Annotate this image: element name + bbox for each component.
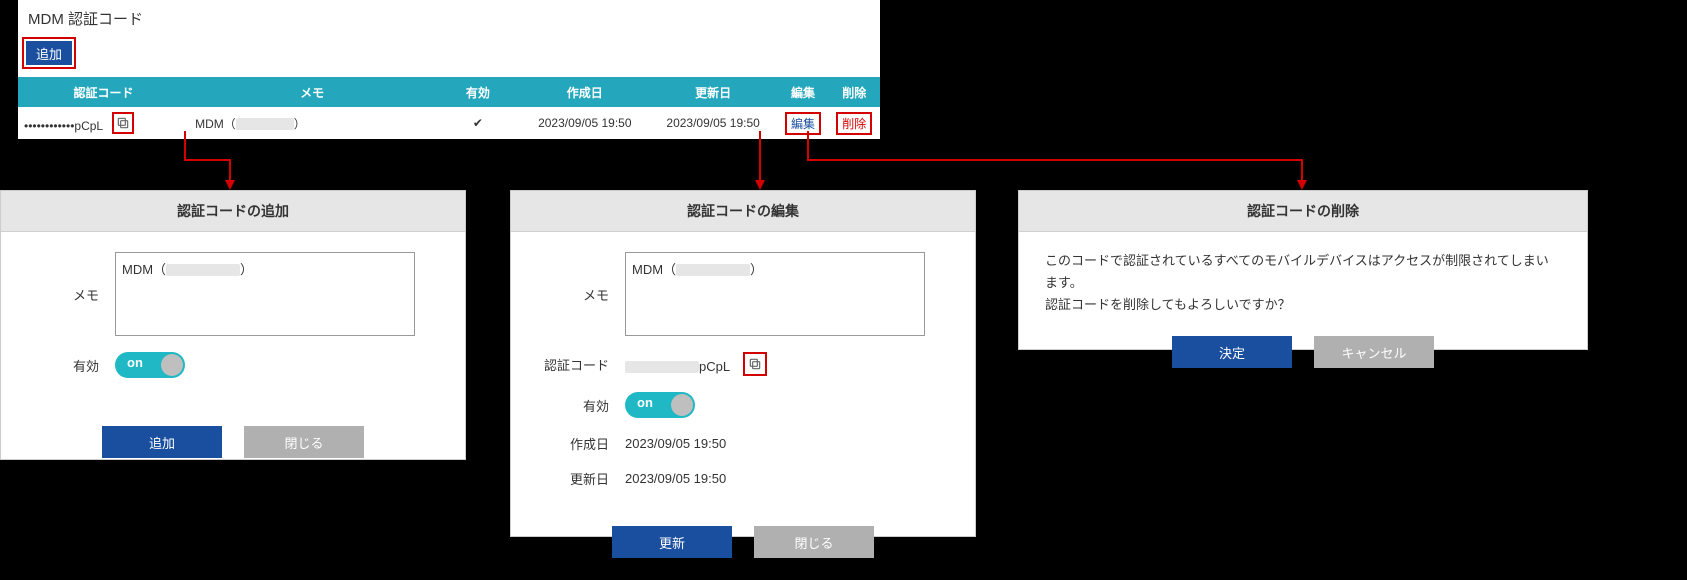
- edit-updated-label: 更新日: [539, 469, 625, 488]
- edit-memo-label: メモ: [539, 285, 625, 304]
- add-submit-button[interactable]: 追加: [102, 426, 222, 458]
- redacted: [676, 264, 750, 276]
- delete-confirm-button[interactable]: 決定: [1172, 336, 1292, 368]
- modal-add: 認証コードの追加 メモ MDM（） 有効 on 追加 閉じる: [0, 190, 466, 460]
- edit-code-value: pCpL: [625, 352, 767, 376]
- code-text: ••••••••••••pCpL: [24, 119, 103, 133]
- add-valid-toggle[interactable]: on: [115, 352, 185, 378]
- th-valid: 有効: [435, 77, 521, 107]
- auth-code-table: 認証コード メモ 有効 作成日 更新日 編集 削除 ••••••••••••pC…: [18, 77, 880, 139]
- th-edit: 編集: [777, 77, 828, 107]
- cell-code: ••••••••••••pCpL: [18, 107, 189, 139]
- th-updated: 更新日: [649, 77, 777, 107]
- th-created: 作成日: [521, 77, 649, 107]
- redacted: [166, 264, 240, 276]
- add-button[interactable]: 追加: [26, 41, 72, 65]
- cell-valid: ✔: [435, 107, 521, 139]
- modal-edit: 認証コードの編集 メモ MDM（） 認証コード pCpL 有効 on: [510, 190, 976, 537]
- edit-close-button[interactable]: 閉じる: [754, 526, 874, 558]
- add-valid-label: 有効: [29, 356, 115, 375]
- delete-message-2: 認証コードを削除してもよろしいですか？: [1045, 294, 1561, 316]
- edit-update-button[interactable]: 更新: [612, 526, 732, 558]
- redacted: [236, 118, 294, 130]
- th-del: 削除: [829, 77, 880, 107]
- edit-updated-value: 2023/09/05 19:50: [625, 471, 726, 486]
- redacted: [625, 361, 699, 373]
- cell-edit: 編集: [777, 107, 828, 139]
- cell-del: 削除: [829, 107, 880, 139]
- modal-add-title: 認証コードの追加: [1, 191, 465, 232]
- edit-link[interactable]: 編集: [785, 112, 821, 135]
- add-close-button[interactable]: 閉じる: [244, 426, 364, 458]
- delete-message-1: このコードで認証されているすべてのモバイルデバイスはアクセスが制限されてしまいま…: [1045, 250, 1561, 294]
- cell-created: 2023/09/05 19:50: [521, 107, 649, 139]
- cell-memo: MDM（）: [189, 107, 435, 139]
- th-code: 認証コード: [18, 77, 189, 107]
- th-memo: メモ: [189, 77, 435, 107]
- add-memo-label: メモ: [29, 285, 115, 304]
- edit-created-label: 作成日: [539, 434, 625, 453]
- add-memo-textarea[interactable]: MDM（）: [115, 252, 415, 336]
- edit-code-label: 認証コード: [539, 355, 625, 374]
- modal-edit-title: 認証コードの編集: [511, 191, 975, 232]
- edit-memo-textarea[interactable]: MDM（）: [625, 252, 925, 336]
- edit-valid-toggle[interactable]: on: [625, 392, 695, 418]
- modal-delete: 認証コードの削除 このコードで認証されているすべてのモバイルデバイスはアクセスが…: [1018, 190, 1588, 350]
- delete-cancel-button[interactable]: キャンセル: [1314, 336, 1434, 368]
- cell-updated: 2023/09/05 19:50: [649, 107, 777, 139]
- copy-icon[interactable]: [743, 352, 767, 376]
- edit-valid-label: 有効: [539, 396, 625, 415]
- edit-created-value: 2023/09/05 19:50: [625, 436, 726, 451]
- page-title: MDM 認証コード: [18, 0, 880, 33]
- main-panel: MDM 認証コード 追加 認証コード メモ 有効 作成日 更新日 編集 削除 •…: [18, 0, 880, 139]
- add-button-highlight: 追加: [22, 37, 76, 69]
- copy-icon[interactable]: [112, 112, 134, 134]
- modal-delete-title: 認証コードの削除: [1019, 191, 1587, 232]
- delete-link[interactable]: 削除: [836, 112, 872, 135]
- table-row: ••••••••••••pCpL MDM（） ✔ 2023/09/05 19:5…: [18, 107, 880, 139]
